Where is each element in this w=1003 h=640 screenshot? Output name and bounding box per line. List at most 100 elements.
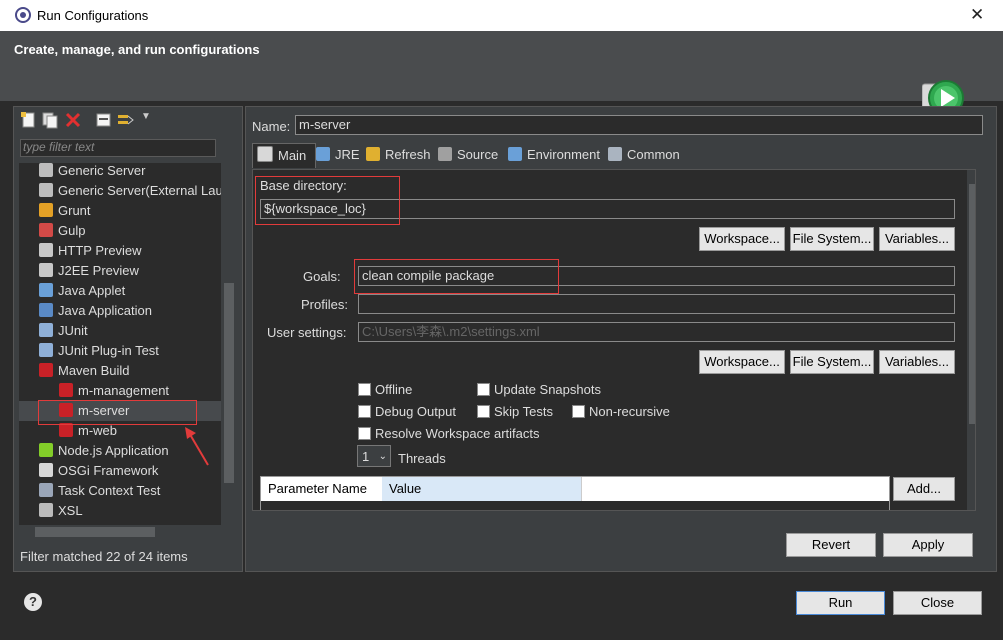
tree-item[interactable]: Grunt bbox=[19, 201, 221, 221]
file-system-button-2[interactable]: File System... bbox=[790, 350, 874, 374]
tree-vertical-scrollbar[interactable] bbox=[222, 163, 236, 531]
tree-item[interactable]: Task Context Test bbox=[19, 481, 221, 501]
osgi-icon bbox=[39, 463, 53, 477]
highlight-box bbox=[38, 400, 197, 425]
xsl-icon bbox=[39, 503, 53, 517]
profiles-input[interactable] bbox=[358, 294, 955, 314]
revert-button[interactable]: Revert bbox=[786, 533, 876, 557]
collapse-all-icon[interactable] bbox=[95, 111, 113, 129]
tree-item-label: Generic Server(External Lau bbox=[58, 183, 221, 198]
close-window-button[interactable]: ✕ bbox=[970, 5, 984, 25]
update-snapshots-checkbox[interactable]: Update Snapshots bbox=[477, 382, 601, 397]
tree-item[interactable]: Java Application bbox=[19, 301, 221, 321]
task-icon bbox=[39, 483, 53, 497]
annotation-arrow-icon bbox=[185, 427, 209, 466]
tree-item[interactable]: Maven Build bbox=[19, 361, 221, 381]
tab-common[interactable]: Common bbox=[604, 143, 688, 167]
close-button[interactable]: Close bbox=[893, 591, 982, 615]
parameters-table: Parameter Name Value bbox=[260, 476, 890, 510]
maven-icon bbox=[59, 423, 73, 437]
filter-status: Filter matched 22 of 24 items bbox=[20, 549, 188, 564]
preview-icon bbox=[39, 263, 53, 277]
tree-item-label: JUnit bbox=[58, 323, 88, 338]
help-icon[interactable]: ? bbox=[24, 593, 42, 611]
tree-item[interactable]: m-management bbox=[19, 381, 221, 401]
name-input[interactable]: m-server bbox=[295, 115, 983, 135]
workspace-button[interactable]: Workspace... bbox=[699, 227, 785, 251]
delete-icon[interactable] bbox=[64, 111, 82, 129]
non-recursive-checkbox[interactable]: Non-recursive bbox=[572, 404, 670, 419]
variables-button-2[interactable]: Variables... bbox=[879, 350, 955, 374]
tree-item-label: OSGi Framework bbox=[58, 463, 159, 478]
tree-item-label: Generic Server bbox=[58, 163, 146, 178]
apply-button[interactable]: Apply bbox=[883, 533, 973, 557]
param-value-header[interactable]: Value bbox=[382, 477, 582, 501]
tree-item-label: XSL bbox=[58, 503, 83, 518]
run-button[interactable]: Run bbox=[796, 591, 885, 615]
tab-refresh[interactable]: Refresh bbox=[362, 143, 438, 167]
nodejs-icon bbox=[39, 443, 53, 457]
param-name-header[interactable]: Parameter Name bbox=[261, 477, 389, 501]
user-settings-label: User settings: bbox=[267, 325, 347, 340]
workspace-button-2[interactable]: Workspace... bbox=[699, 350, 785, 374]
tab-environment[interactable]: Environment bbox=[504, 143, 608, 167]
tree-horizontal-scrollbar[interactable] bbox=[19, 525, 235, 539]
jre-icon bbox=[316, 147, 330, 161]
tree-item[interactable]: Gulp bbox=[19, 221, 221, 241]
tree-item[interactable]: XSL bbox=[19, 501, 221, 521]
tree-item[interactable]: J2EE Preview bbox=[19, 261, 221, 281]
tab-main[interactable]: Main bbox=[252, 143, 316, 168]
window-title: Run Configurations bbox=[37, 8, 149, 23]
junit-icon bbox=[39, 323, 53, 337]
source-icon bbox=[438, 147, 452, 161]
server-icon bbox=[39, 183, 53, 197]
tree-item-label: Task Context Test bbox=[58, 483, 161, 498]
tab-bar: Main JRE Refresh Source Environment Comm… bbox=[252, 143, 972, 169]
add-parameter-button[interactable]: Add... bbox=[893, 477, 955, 501]
tab-jre[interactable]: JRE bbox=[312, 143, 366, 167]
app-icon bbox=[15, 7, 31, 23]
threads-select[interactable]: 1 ⌄ bbox=[357, 445, 391, 467]
tree-item[interactable]: Generic Server bbox=[19, 163, 221, 181]
debug-output-checkbox[interactable]: Debug Output bbox=[358, 404, 456, 419]
threads-label: Threads bbox=[398, 451, 446, 466]
refresh-icon bbox=[366, 147, 380, 161]
chevron-down-icon: ⌄ bbox=[378, 451, 387, 462]
tree-item[interactable]: JUnit bbox=[19, 321, 221, 341]
skip-tests-checkbox[interactable]: Skip Tests bbox=[477, 404, 553, 419]
file-system-button[interactable]: File System... bbox=[790, 227, 874, 251]
filter-input[interactable]: type filter text bbox=[20, 139, 216, 157]
resolve-workspace-checkbox[interactable]: Resolve Workspace artifacts bbox=[358, 426, 540, 441]
filter-icon[interactable] bbox=[117, 111, 135, 129]
junit-icon bbox=[39, 343, 53, 357]
content-scrollbar[interactable] bbox=[967, 170, 975, 510]
dialog-header: Create, manage, and run configurations bbox=[0, 31, 1003, 120]
applet-icon bbox=[39, 283, 53, 297]
tree-item-label: Node.js Application bbox=[58, 443, 169, 458]
offline-checkbox[interactable]: Offline bbox=[358, 382, 412, 397]
gulp-icon bbox=[39, 223, 53, 237]
tree-item-label: m-web bbox=[78, 423, 118, 438]
chevron-down-icon[interactable]: ▼ bbox=[141, 111, 151, 122]
environment-icon bbox=[508, 147, 522, 161]
tree-item-label: Java Application bbox=[58, 303, 152, 318]
tree-item-label: JUnit Plug-in Test bbox=[58, 343, 159, 358]
new-config-icon[interactable] bbox=[20, 111, 38, 129]
tab-source[interactable]: Source bbox=[434, 143, 508, 167]
maven-icon bbox=[59, 383, 73, 397]
tree-item-label: J2EE Preview bbox=[58, 263, 139, 278]
highlight-box bbox=[354, 259, 559, 294]
tree-item-label: HTTP Preview bbox=[58, 243, 142, 258]
dialog-title: Create, manage, and run configurations bbox=[14, 42, 260, 57]
variables-button[interactable]: Variables... bbox=[879, 227, 955, 251]
tree-item[interactable]: Generic Server(External Lau bbox=[19, 181, 221, 201]
tree-item-label: m-management bbox=[78, 383, 170, 398]
tree-item-label: Gulp bbox=[58, 223, 86, 238]
goals-label: Goals: bbox=[303, 269, 341, 284]
user-settings-input[interactable]: C:\Users\李森\.m2\settings.xml bbox=[358, 322, 955, 342]
tree-item[interactable]: HTTP Preview bbox=[19, 241, 221, 261]
duplicate-icon[interactable] bbox=[41, 111, 59, 129]
tree-item[interactable]: JUnit Plug-in Test bbox=[19, 341, 221, 361]
tree-item[interactable]: Java Applet bbox=[19, 281, 221, 301]
name-label: Name: bbox=[252, 119, 291, 134]
